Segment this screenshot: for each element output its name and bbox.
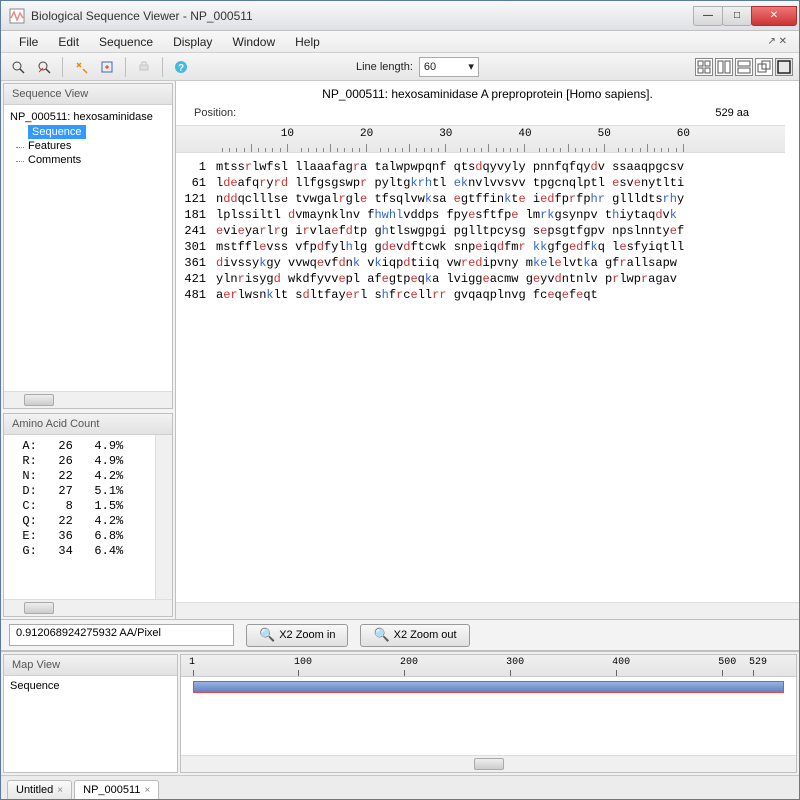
svg-text:?: ?	[178, 63, 184, 74]
tab-close-icon[interactable]: ×	[57, 785, 63, 796]
maximize-button[interactable]: □	[722, 6, 752, 26]
sequence-line: 241evieyarlrg irvlaefdtp ghtlswgpgi pgll…	[180, 223, 795, 239]
window-title: Biological Sequence Viewer - NP_000511	[31, 9, 694, 23]
tree-hscroll[interactable]	[4, 391, 172, 408]
aa-count-header: Amino Acid Count	[4, 414, 172, 435]
menu-file[interactable]: File	[9, 32, 48, 52]
menubar: File Edit Sequence Display Window Help ↗…	[1, 31, 799, 53]
dock-controls[interactable]: ↗ ✕	[767, 36, 791, 47]
minimize-button[interactable]: —	[693, 6, 723, 26]
zoom-ratio-input[interactable]: 0.912068924275932 AA/Pixel	[9, 624, 234, 646]
map-view: Map View Sequence 1100200300400500529	[1, 651, 799, 775]
sequence-line: 1mtssrlwfsl llaaafagra talwpwpqnf qtsdqy…	[180, 159, 795, 175]
map-track-label: Sequence	[4, 676, 177, 772]
app-window: Biological Sequence Viewer - NP_000511 —…	[0, 0, 800, 800]
aa-count-hscroll[interactable]	[4, 599, 172, 616]
map-ruler: 1100200300400500529	[181, 655, 796, 677]
document-tabs: Untitled× NP_000511×	[1, 775, 799, 799]
app-icon	[9, 8, 25, 24]
layout-rows-icon[interactable]	[735, 58, 753, 76]
layout-cols-icon[interactable]	[715, 58, 733, 76]
tree-item-sequence[interactable]: Sequence	[28, 125, 86, 139]
aa-row: C: 8 1.5%	[8, 499, 151, 514]
toolbar: ? Line length: 60▾	[1, 53, 799, 81]
print-icon[interactable]	[133, 56, 155, 78]
sequence-line: 301mstfflevss vfpdfylhlg gdevdftcwk snpe…	[180, 239, 795, 255]
aa-count-vscroll[interactable]	[155, 435, 172, 599]
export-icon[interactable]	[96, 56, 118, 78]
sequence-line: 421ylnrisygd wkdfyvvepl afegtpeqka lvigg…	[180, 271, 795, 287]
sequence-line: 481aerlwsnklt sdltfayerl shfrcellrr gvqa…	[180, 287, 795, 303]
tab-untitled[interactable]: Untitled×	[7, 780, 72, 799]
tree-item-comments[interactable]: Comments	[6, 153, 170, 167]
zoom-in-button[interactable]: 🔍X2 Zoom in	[246, 624, 348, 647]
sequence-body[interactable]: 1mtssrlwfsl llaaafagra talwpwpqnf qtsdqy…	[176, 153, 799, 602]
main-area: Sequence View NP_000511: hexosaminidase …	[1, 81, 799, 619]
map-track[interactable]	[193, 679, 784, 697]
aa-row: E: 36 6.8%	[8, 529, 151, 544]
sequence-line: 61ldeafqryrd llfgsgswpr pyltgkrhtl eknvl…	[180, 175, 795, 191]
layout-buttons	[695, 58, 793, 76]
layout-float-icon[interactable]	[755, 58, 773, 76]
menu-help[interactable]: Help	[285, 32, 330, 52]
aa-row: Q: 22 4.2%	[8, 514, 151, 529]
tree-item-features[interactable]: Features	[6, 139, 170, 153]
sequence-line: 181lplssiltl dvmaynklnv fhwhlvddps fpyes…	[180, 207, 795, 223]
sequence-display: NP_000511: hexosaminidase A preproprotei…	[176, 81, 799, 619]
sequence-title: NP_000511: hexosaminidase A preproprotei…	[176, 81, 799, 103]
sequence-line: 121nddqclllse tvwgalrgle tfsqlvwksa egtf…	[180, 191, 795, 207]
aa-row: D: 27 5.1%	[8, 484, 151, 499]
sequence-line: 361divssykgy vvwqevfdnk vkiqpdtiiq vwred…	[180, 255, 795, 271]
amino-acid-count-panel: Amino Acid Count A: 26 4.9% R: 26 4.9% N…	[3, 413, 173, 617]
map-view-header: Map View	[4, 655, 177, 676]
map-right-panel: 1100200300400500529	[180, 654, 797, 773]
zoom-tool-icon[interactable]	[7, 56, 29, 78]
zoom-out-button[interactable]: 🔍X2 Zoom out	[360, 624, 469, 647]
layout-max-icon[interactable]	[775, 58, 793, 76]
position-value: 529 aa	[715, 107, 749, 119]
zoom-reset-icon[interactable]	[33, 56, 55, 78]
aa-row: A: 26 4.9%	[8, 439, 151, 454]
sequence-tree[interactable]: NP_000511: hexosaminidase Sequence Featu…	[4, 105, 172, 391]
tree-root[interactable]: NP_000511: hexosaminidase	[6, 109, 170, 125]
zoom-out-icon: 🔍	[373, 627, 389, 643]
seq-hscroll[interactable]	[176, 602, 799, 619]
aa-row: G: 34 6.4%	[8, 544, 151, 559]
line-length-control: Line length: 60▾	[356, 57, 479, 77]
tab-np000511[interactable]: NP_000511×	[74, 780, 159, 799]
help-icon[interactable]: ?	[170, 56, 192, 78]
menu-edit[interactable]: Edit	[48, 32, 89, 52]
zoom-in-icon: 🔍	[259, 627, 275, 643]
aa-row: N: 22 4.2%	[8, 469, 151, 484]
layout-grid-icon[interactable]	[695, 58, 713, 76]
aa-count-table: A: 26 4.9% R: 26 4.9% N: 22 4.2% D: 27 5…	[4, 435, 155, 599]
line-length-label: Line length:	[356, 61, 413, 73]
tab-close-icon[interactable]: ×	[144, 785, 150, 796]
menu-window[interactable]: Window	[222, 32, 285, 52]
sequence-view-header: Sequence View	[4, 84, 172, 105]
zoom-bar: 0.912068924275932 AA/Pixel 🔍X2 Zoom in 🔍…	[1, 619, 799, 651]
menu-sequence[interactable]: Sequence	[89, 32, 163, 52]
line-length-select[interactable]: 60▾	[419, 57, 479, 77]
map-selection-bar[interactable]	[193, 681, 784, 693]
map-left-panel: Map View Sequence	[3, 654, 178, 773]
sequence-view-panel: Sequence View NP_000511: hexosaminidase …	[3, 83, 173, 409]
sequence-ruler: 102030405060	[176, 125, 785, 153]
left-column: Sequence View NP_000511: hexosaminidase …	[1, 81, 176, 619]
close-button[interactable]: ✕	[751, 6, 797, 26]
position-label: Position:	[194, 107, 236, 119]
find-icon[interactable]	[70, 56, 92, 78]
position-bar: Position: 529 aa	[176, 103, 799, 125]
aa-row: R: 26 4.9%	[8, 454, 151, 469]
window-buttons: — □ ✕	[694, 6, 797, 26]
titlebar: Biological Sequence Viewer - NP_000511 —…	[1, 1, 799, 31]
map-hscroll[interactable]	[181, 755, 796, 772]
menu-display[interactable]: Display	[163, 32, 222, 52]
